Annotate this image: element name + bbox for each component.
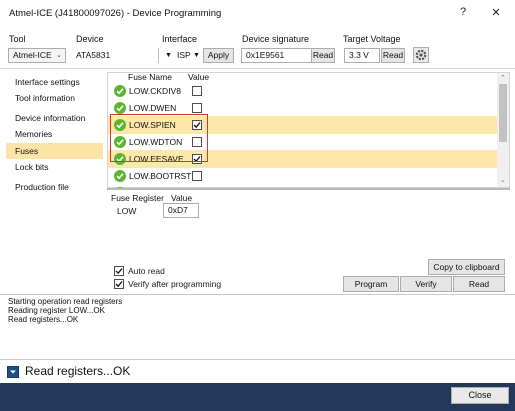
register-name: LOW — [117, 206, 137, 216]
log-line: Starting operation read registers — [8, 297, 123, 306]
apply-button[interactable]: Apply — [203, 48, 234, 63]
fuse-row[interactable]: LOW.BOOTRST — [108, 167, 497, 185]
nav-fuses[interactable]: Fuses — [6, 143, 103, 159]
fuse-name: LOW.CKDIV8 — [129, 86, 181, 96]
verify-after-programming-checkbox[interactable] — [114, 279, 124, 289]
check-circle-icon — [114, 170, 126, 182]
highlight-box — [110, 114, 208, 162]
header-separator — [0, 68, 515, 69]
checkmark-icon — [115, 268, 123, 275]
check-circle-icon — [114, 85, 126, 97]
log-line: Reading register LOW...OK — [8, 306, 105, 315]
tool-select-value: Atmel-ICE — [13, 50, 52, 60]
interface-label: Interface — [162, 34, 198, 44]
gear-icon — [415, 49, 427, 61]
scroll-up-icon[interactable]: ⌃ — [500, 74, 506, 82]
chevron-down-icon: ▼ — [193, 52, 200, 59]
close-window-button[interactable]: ✕ — [489, 6, 503, 19]
fuse-value-column-header: Value — [188, 72, 210, 82]
log-line: Read registers...OK — [8, 315, 79, 324]
chevron-down-icon: ⌄ — [56, 52, 62, 59]
signature-read-button[interactable]: Read — [311, 48, 335, 63]
device-label: Device — [76, 34, 104, 44]
window-title: Atmel-ICE (J41800097026) - Device Progra… — [9, 8, 222, 19]
verify-button[interactable]: Verify — [400, 276, 452, 292]
nav-interface-settings[interactable]: Interface settings — [6, 74, 103, 90]
program-button[interactable]: Program — [343, 276, 399, 292]
auto-read-checkbox[interactable] — [114, 266, 124, 276]
fuse-value-checkbox[interactable] — [192, 103, 202, 113]
fuse-value-checkbox[interactable] — [192, 171, 202, 181]
device-select[interactable]: ATA5831 — [76, 48, 156, 63]
target-voltage-label: Target Voltage — [343, 34, 401, 44]
checkmark-icon — [115, 281, 123, 288]
fuse-name-column-header: Fuse Name — [128, 72, 172, 82]
help-button[interactable]: ? — [456, 6, 470, 18]
chevron-down-icon — [10, 370, 16, 374]
nav-memories[interactable]: Memories — [6, 126, 103, 142]
close-button[interactable]: Close — [451, 387, 509, 404]
status-separator — [0, 359, 515, 360]
device-signature-label: Device signature — [242, 34, 310, 44]
check-circle-icon — [114, 102, 126, 114]
interface-select-value: ISP — [177, 50, 191, 60]
register-value-field[interactable]: 0xD7 — [163, 203, 199, 218]
nav-tool-information[interactable]: Tool information — [6, 90, 103, 106]
nav-lock-bits[interactable]: Lock bits — [6, 159, 103, 175]
verify-after-programming-label: Verify after programming — [128, 279, 222, 289]
fuse-list-scroll-thumb[interactable] — [499, 84, 507, 142]
scroll-down-icon[interactable]: ⌄ — [500, 176, 506, 184]
bottom-bar — [0, 383, 515, 411]
fuse-register-column-header: Fuse Register — [111, 193, 164, 203]
auto-read-label: Auto read — [128, 266, 165, 276]
fuse-value-checkbox[interactable] — [192, 86, 202, 96]
status-text: Read registers...OK — [25, 364, 131, 378]
register-value-column-header: Value — [171, 193, 193, 203]
fuse-name: LOW.BOOTRST — [129, 171, 192, 181]
copy-to-clipboard-button[interactable]: Copy to clipboard — [428, 259, 505, 275]
target-voltage-field: 3.3 V — [344, 48, 380, 63]
fuse-name: LOW.DWEN — [129, 103, 177, 113]
interface-select[interactable]: ▼ ISP ▼ — [165, 48, 200, 63]
chevron-down-icon: ▼ — [165, 52, 172, 59]
divider — [158, 48, 159, 63]
fuse-row[interactable]: LOW.CKDIV8 — [108, 82, 497, 100]
expand-log-button[interactable] — [7, 366, 19, 378]
log-separator — [0, 294, 515, 295]
tool-label: Tool — [9, 34, 26, 44]
voltage-read-button[interactable]: Read — [381, 48, 405, 63]
device-select-value: ATA5831 — [76, 50, 111, 60]
settings-button[interactable] — [413, 47, 429, 63]
read-button[interactable]: Read — [453, 276, 505, 292]
nav-production-file[interactable]: Production file — [6, 179, 103, 195]
tool-select[interactable]: Atmel-ICE ⌄ — [8, 48, 66, 63]
nav-device-information[interactable]: Device information — [6, 110, 103, 126]
